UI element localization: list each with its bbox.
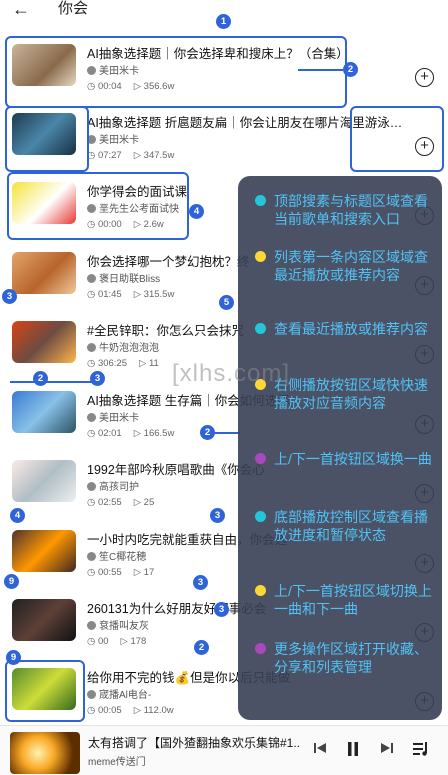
item-author: 褒日助联Bliss <box>87 273 160 286</box>
annotation-box <box>350 106 444 172</box>
user-icon <box>87 343 96 352</box>
item-author: 高孩司护 <box>87 481 139 494</box>
now-playing-artist: meme传送门 <box>88 757 146 768</box>
annotation-pointer <box>298 69 343 71</box>
user-icon <box>87 482 96 491</box>
dot-icon <box>255 585 266 596</box>
item-author: 美田米卡 <box>87 412 139 425</box>
pause-icon[interactable] <box>346 741 360 757</box>
item-author: 美田米卡 <box>87 134 139 147</box>
annotation-box <box>5 106 89 172</box>
annotation-marker: 2 <box>200 425 215 440</box>
item-meta: ◷ 07:27 ▷ 347.5w <box>87 150 175 161</box>
annotation-marker: 1 <box>216 14 231 29</box>
feature-tooltip: 顶部搜素与标题区域查看当前歌单和搜索入口 列表第一条内容区域域查最近播放或推荐内… <box>238 176 442 720</box>
user-icon <box>87 552 96 561</box>
dot-icon <box>255 323 266 334</box>
item-author: 笙C椰花穂 <box>87 551 146 564</box>
thumbnail <box>12 321 76 363</box>
item-meta: ◷ 00:05 ▷ 112.0w <box>87 705 174 716</box>
skip-next-icon[interactable] <box>380 741 394 755</box>
item-author: 牛奶泡泡泡泡 <box>87 342 159 355</box>
annotation-box <box>5 660 85 722</box>
arrow-left-icon[interactable]: ← <box>12 0 30 18</box>
page-title: 你会 <box>58 0 89 17</box>
album-cover <box>10 732 80 774</box>
player-bar[interactable]: 太有搭调了【国外猹翻抽象欢乐集锦#1... meme传送门 <box>0 725 448 775</box>
annotation-pointer <box>10 381 100 383</box>
annotation-marker: 3 <box>210 508 225 523</box>
item-meta: ◷ 01:45 ▷ 315.5w <box>87 289 175 300</box>
user-icon <box>87 690 96 699</box>
thumbnail <box>12 391 76 433</box>
thumbnail <box>12 460 76 502</box>
item-meta: ◷ 02:01 ▷ 166.5w <box>87 428 175 439</box>
annotation-marker: 2 <box>194 640 209 655</box>
annotation-marker: 3 <box>90 371 105 386</box>
user-icon <box>87 274 96 283</box>
item-meta: ◷ 306:25 ▷ 11 <box>87 358 159 369</box>
now-playing-title: 太有搭调了【国外猹翻抽象欢乐集锦#1... <box>88 736 300 750</box>
item-meta: ◷ 00:55 ▷ 17 <box>87 567 155 578</box>
dot-icon <box>255 643 266 654</box>
user-icon <box>87 621 96 630</box>
annotation-marker: 2 <box>33 371 48 386</box>
annotation-marker: 2 <box>343 62 358 77</box>
dot-icon <box>255 195 266 206</box>
watermark: [xlhs.com] <box>172 360 291 387</box>
dot-icon <box>255 511 266 522</box>
item-author: 袞播叫友灰 <box>87 620 149 633</box>
annotation-marker: 4 <box>10 508 25 523</box>
item-author: 宬播Al电台- <box>87 689 151 702</box>
thumbnail <box>12 252 76 294</box>
annotation-marker: 3 <box>214 602 229 617</box>
add-icon[interactable]: + <box>415 68 434 87</box>
annotation-marker: 9 <box>6 650 21 665</box>
annotation-marker: 4 <box>189 204 204 219</box>
user-icon <box>87 413 96 422</box>
annotation-marker: 3 <box>2 289 17 304</box>
thumbnail <box>12 599 76 641</box>
playlist-icon[interactable] <box>412 741 430 757</box>
annotation-box <box>7 172 189 240</box>
dot-icon <box>255 453 266 464</box>
item-meta: ◷ 00 ▷ 178 <box>87 636 147 647</box>
annotation-box <box>5 36 347 108</box>
annotation-marker: 9 <box>4 574 19 589</box>
annotation-marker: 5 <box>219 295 234 310</box>
annotation-marker: 3 <box>193 575 208 590</box>
dot-icon <box>255 251 266 262</box>
thumbnail <box>12 530 76 572</box>
item-meta: ◷ 02:55 ▷ 25 <box>87 497 155 508</box>
skip-previous-icon[interactable] <box>313 741 327 755</box>
